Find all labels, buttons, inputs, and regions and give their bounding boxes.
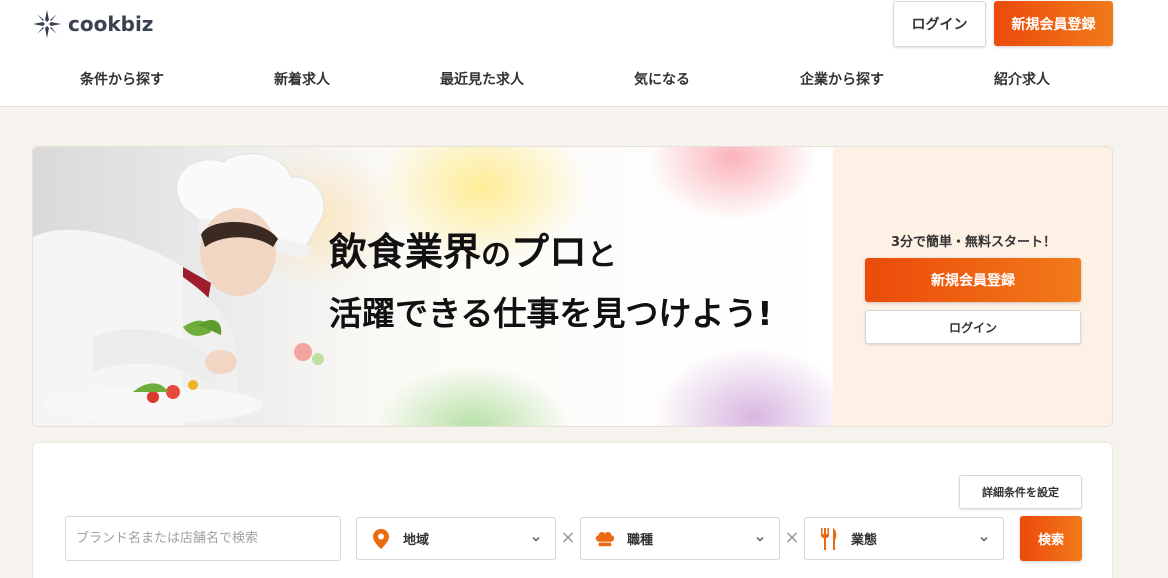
hero-side-caption: 3分で簡単・無料スタート！ [890,235,1057,250]
site-header: cookbiz ログイン 新規会員登録 条件から探す 新着求人 最近見た求人 気… [0,0,1168,107]
chevron-down-icon [980,536,988,541]
chevron-down-icon [756,536,764,541]
hero-image: 飲食業界のプロと 活躍できる仕事を見つけよう! [33,147,833,426]
industry-select[interactable]: 業態 [804,517,1004,560]
headline-part4: と [587,238,618,273]
hero-signup-button[interactable]: 新規会員登録 [865,258,1081,302]
hero-login-button[interactable]: ログイン [865,310,1081,344]
region-select[interactable]: 地域 [356,517,556,560]
chevron-down-icon [532,536,540,541]
nav-item-new-jobs[interactable]: 新着求人 [212,62,392,98]
fork-knife-icon [819,527,839,550]
keyword-search-input[interactable] [65,516,341,561]
nav-item-recently-viewed[interactable]: 最近見た求人 [392,62,572,98]
headline-part2: の [481,238,512,273]
headline-part3: プロ [511,230,588,274]
industry-select-label: 業態 [851,533,878,548]
hero-headline-line1: 飲食業界のプロと [329,223,772,285]
search-panel: 詳細条件を設定 地域 × 職種 × 業態 検索 [32,442,1113,578]
nav-item-search-by-company[interactable]: 企業から探す [752,62,932,98]
detail-conditions-button[interactable]: 詳細条件を設定 [959,475,1082,509]
job-type-select-label: 職種 [627,533,654,548]
main-nav: 条件から探す 新着求人 最近見た求人 気になる 企業から探す 紹介求人 [32,62,1112,98]
login-button[interactable]: ログイン [893,1,986,47]
hero-banner: 飲食業界のプロと 活躍できる仕事を見つけよう! 3分で簡単・無料スタート！ 新規… [32,146,1113,427]
hero-signup-panel: 3分で簡単・無料スタート！ 新規会員登録 ログイン [833,147,1112,426]
nav-item-referral-jobs[interactable]: 紹介求人 [932,62,1112,98]
headline-part1: 飲食業界 [329,230,482,274]
cookbiz-star-logo-icon [33,10,61,38]
region-select-label: 地域 [403,533,430,548]
separator-times-1: × [560,527,576,548]
chef-hat-icon [595,529,615,549]
hero-headline-line2: 活躍できる仕事を見つけよう! [329,294,773,333]
logo[interactable]: cookbiz [32,8,153,40]
logo-text: cookbiz [68,12,154,36]
hero-headline: 飲食業界のプロと 活躍できる仕事を見つけよう! [329,223,772,343]
search-submit-button[interactable]: 検索 [1020,516,1082,561]
chef-illustration [33,153,325,426]
nav-item-search-by-conditions[interactable]: 条件から探す [32,62,212,98]
job-type-select[interactable]: 職種 [580,517,780,560]
nav-item-favorites[interactable]: 気になる [572,62,752,98]
separator-times-2: × [784,527,800,548]
signup-button[interactable]: 新規会員登録 [994,1,1113,46]
map-pin-icon [371,528,391,549]
